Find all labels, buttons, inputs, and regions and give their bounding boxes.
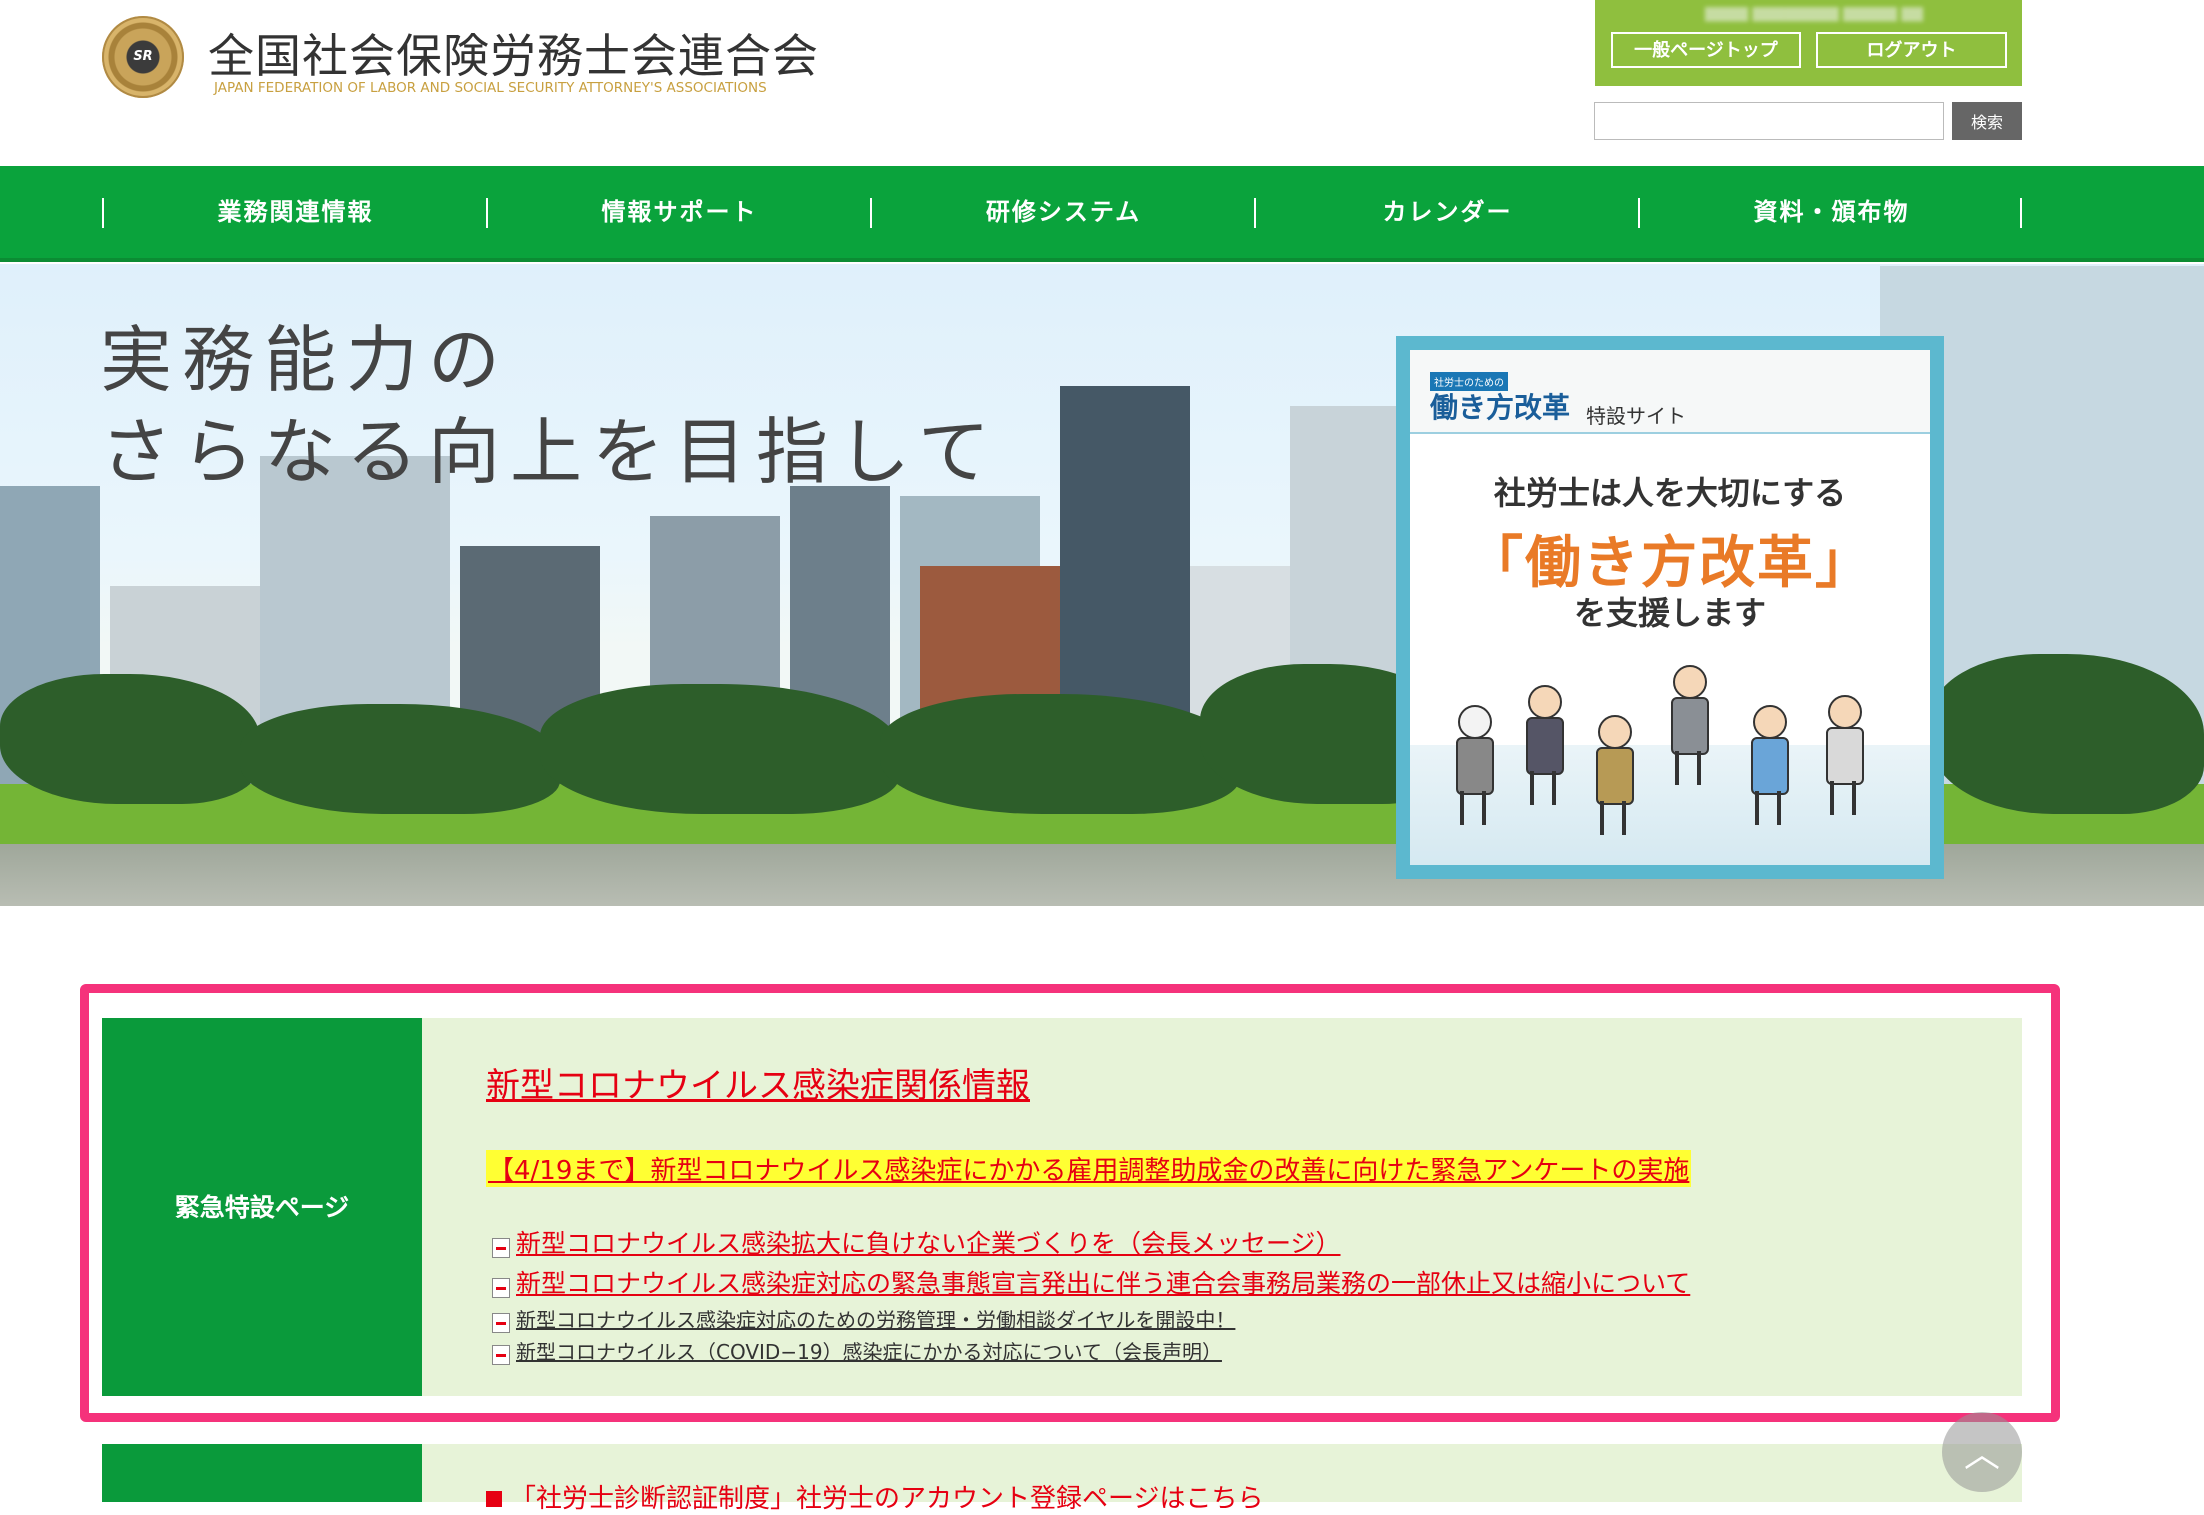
account-user-blurred: ▇▇▇▇ ▇▇▇▇▇▇▇▇ ▇▇▇▇▇ ▇▇: [1705, 6, 1923, 22]
org-name[interactable]: 全国社会保険労務士会連合会: [208, 20, 819, 86]
org-subtitle: JAPAN FEDERATION OF LABOR AND SOCIAL SEC…: [214, 80, 767, 96]
promo-line2: 「働き方改革」: [1467, 531, 1873, 596]
jumping-person-illustration: [1520, 685, 1564, 805]
general-top-button[interactable]: 一般ページトップ: [1611, 32, 1801, 68]
jumping-person-illustration: [1590, 715, 1634, 835]
certification-account-link[interactable]: 「社労士診断認証制度」社労士のアカウント登録ページはこちら: [486, 1478, 1263, 1515]
nav-item-calendar[interactable]: カレンダー: [1255, 194, 1640, 230]
logout-button[interactable]: ログアウト: [1816, 32, 2007, 68]
hero-title-line2: さらなる向上を目指して: [100, 410, 1000, 494]
jumping-person-illustration: [1820, 695, 1864, 815]
covid-info-title-link[interactable]: 新型コロナウイルス感染症関係情報: [486, 1058, 1030, 1107]
site-header: SR 全国社会保険労務士会連合会 JAPAN FEDERATION OF LAB…: [0, 0, 2204, 166]
promo-card: 社労士のための 働き方改革 特設サイト 社労士は人を大切にする 「働き方改革」 …: [1410, 350, 1930, 865]
nav-separator: [2020, 198, 2022, 228]
hero-title-line1: 実務能力の: [100, 318, 511, 402]
hero-banner: 実務能力の さらなる向上を目指して 社労士のための 働き方改革 特設サイト 社労…: [0, 264, 2204, 906]
office-suspension-link[interactable]: 新型コロナウイルス感染症対応の緊急事態宣言発出に伴う連合会事務局業務の一部休止又…: [516, 1269, 1690, 1298]
list-item: 新型コロナウイルス感染症対応の緊急事態宣言発出に伴う連合会事務局業務の一部休止又…: [492, 1264, 1690, 1300]
main-nav: 業務関連情報 情報サポート 研修システム カレンダー 資料・頒布物: [0, 166, 2204, 262]
emergency-section-label-panel: 緊急特設ページ: [102, 1018, 448, 1396]
search-input[interactable]: [1594, 102, 1944, 140]
logo-emblem-icon[interactable]: SR: [102, 16, 184, 98]
promo-line3: を支援します: [1573, 594, 1766, 632]
next-section-label-panel: [102, 1444, 422, 1502]
certification-account-text: 「社労士診断認証制度」社労士のアカウント登録ページはこちら: [510, 1484, 1264, 1514]
list-item: 新型コロナウイルス感染拡大に負けない企業づくりを（会長メッセージ）: [492, 1224, 1341, 1260]
document-icon: [492, 1237, 510, 1258]
tree-image: [0, 674, 260, 804]
promo-header: 社労士のための 働き方改革 特設サイト: [1410, 350, 1930, 434]
promo-line1: 社労士は人を大切にする: [1493, 474, 1847, 512]
consultation-dial-link[interactable]: 新型コロナウイルス感染症対応のための労務管理・労働相談ダイヤルを開設中！: [516, 1308, 1235, 1332]
tree-image: [880, 694, 1240, 814]
promo-main-label: 働き方改革: [1430, 391, 1571, 424]
nav-item-business-info[interactable]: 業務関連情報: [103, 194, 488, 230]
president-statement-link[interactable]: 新型コロナウイルス（COVID−19）感染症にかかる対応について（会長声明）: [516, 1340, 1222, 1364]
nav-item-materials[interactable]: 資料・頒布物: [1639, 194, 2024, 230]
square-bullet-icon: [486, 1491, 502, 1507]
document-icon: [492, 1312, 510, 1333]
jumping-person-illustration: [1745, 705, 1789, 825]
president-message-link[interactable]: 新型コロナウイルス感染拡大に負けない企業づくりを（会長メッセージ）: [516, 1229, 1341, 1258]
survey-highlight-link[interactable]: 【4/19まで】新型コロナウイルス感染症にかかる雇用調整助成金の改善に向けた緊急…: [486, 1150, 1692, 1187]
tree-image: [1930, 654, 2204, 814]
jumping-person-illustration: [1450, 705, 1494, 825]
promo-site-label: 特設サイト: [1586, 404, 1686, 428]
emblem-text: SR: [133, 49, 153, 64]
nav-item-info-support[interactable]: 情報サポート: [487, 194, 872, 230]
emergency-section-label: 緊急特設ページ: [174, 1193, 350, 1222]
nav-item-training-system[interactable]: 研修システム: [871, 194, 1256, 230]
document-icon: [492, 1277, 510, 1298]
list-item: 新型コロナウイルス（COVID−19）感染症にかかる対応について（会長声明）: [492, 1336, 1222, 1365]
jumping-person-illustration: [1665, 665, 1709, 785]
work-reform-promo-banner[interactable]: 社労士のための 働き方改革 特設サイト 社労士は人を大切にする 「働き方改革」 …: [1396, 336, 1944, 879]
tree-image: [540, 684, 900, 814]
chevron-up-icon[interactable]: ︿: [1942, 1412, 2022, 1492]
list-item: 新型コロナウイルス感染症対応のための労務管理・労働相談ダイヤルを開設中！: [492, 1304, 1235, 1333]
tree-image: [240, 704, 560, 814]
search-button[interactable]: 検索: [1952, 102, 2022, 140]
account-panel: ▇▇▇▇ ▇▇▇▇▇▇▇▇ ▇▇▇▇▇ ▇▇ 一般ページトップ ログアウト: [1595, 0, 2022, 86]
document-icon: [492, 1344, 510, 1365]
hero-title: 実務能力の さらなる向上を目指して: [100, 314, 1000, 498]
